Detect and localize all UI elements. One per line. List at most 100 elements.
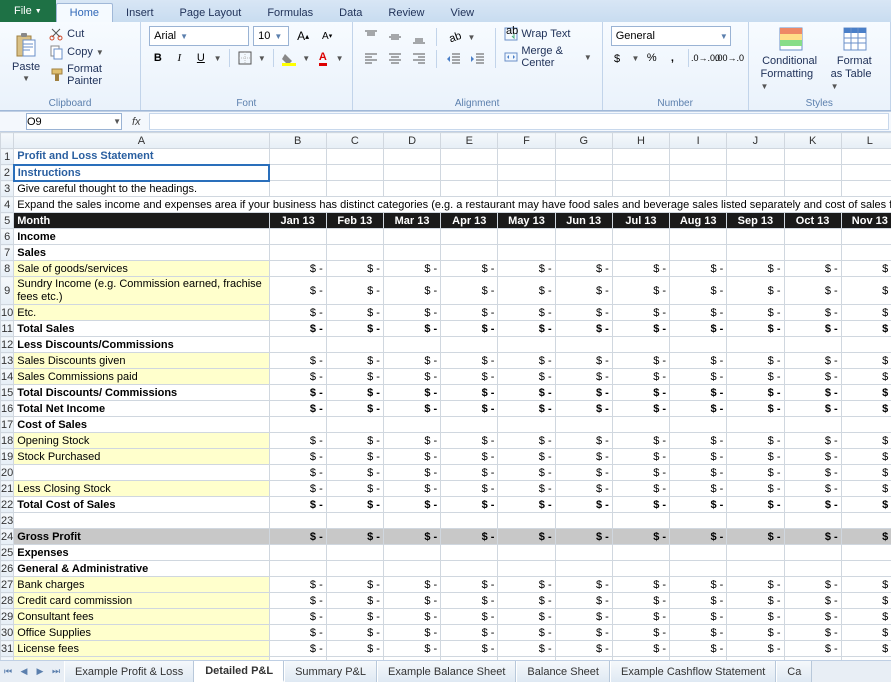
data-cell[interactable] xyxy=(555,417,612,433)
font-size-combo[interactable]: 10▼ xyxy=(253,26,289,46)
data-cell[interactable] xyxy=(612,245,669,261)
data-cell[interactable] xyxy=(383,165,440,181)
data-cell[interactable]: $ - xyxy=(555,353,612,369)
row-label[interactable]: License fees xyxy=(14,641,269,657)
review-tab[interactable]: Review xyxy=(375,4,437,22)
copy-button[interactable]: Copy▼ xyxy=(48,44,132,60)
data-cell[interactable]: $ - xyxy=(498,625,555,641)
data-cell[interactable]: $ - xyxy=(612,305,669,321)
data-cell[interactable] xyxy=(784,165,841,181)
data-cell[interactable]: $ - xyxy=(441,385,498,401)
data-cell[interactable] xyxy=(269,181,326,197)
data-cell[interactable]: $ - xyxy=(326,321,383,337)
data-cell[interactable]: $ - xyxy=(670,369,727,385)
data-cell[interactable]: $ - xyxy=(841,321,891,337)
row-label[interactable]: Credit card commission xyxy=(14,593,269,609)
data-cell[interactable] xyxy=(383,561,440,577)
data-cell[interactable] xyxy=(727,245,784,261)
data-cell[interactable]: $ - xyxy=(441,449,498,465)
orientation-button[interactable]: ab xyxy=(444,27,464,47)
data-cell[interactable]: $ - xyxy=(383,261,440,277)
data-cell[interactable]: $ - xyxy=(555,261,612,277)
data-cell[interactable] xyxy=(841,181,891,197)
data-cell[interactable] xyxy=(841,165,891,181)
data-cell[interactable]: $ - xyxy=(555,369,612,385)
data-cell[interactable]: $ - xyxy=(841,657,891,661)
row-label[interactable]: Sales xyxy=(14,245,269,261)
data-cell[interactable]: $ - xyxy=(555,305,612,321)
percent-button[interactable]: % xyxy=(643,48,660,68)
row-label[interactable]: Etc. xyxy=(14,305,269,321)
data-cell[interactable] xyxy=(555,181,612,197)
data-cell[interactable]: $ - xyxy=(326,305,383,321)
data-cell[interactable]: $ - xyxy=(784,593,841,609)
data-cell[interactable]: $ - xyxy=(841,465,891,481)
font-color-button[interactable]: A xyxy=(314,48,332,68)
data-cell[interactable] xyxy=(555,229,612,245)
data-cell[interactable] xyxy=(670,545,727,561)
data-cell[interactable] xyxy=(612,149,669,165)
data-cell[interactable]: $ - xyxy=(727,261,784,277)
spreadsheet-grid[interactable]: ABCDEFGHIJKLM1Profit and Loss Statement2… xyxy=(0,132,891,660)
data-cell[interactable]: $ - xyxy=(269,401,326,417)
data-cell[interactable]: $ - xyxy=(727,385,784,401)
row-label[interactable]: Profit and Loss Statement xyxy=(14,149,269,165)
data-cell[interactable] xyxy=(498,149,555,165)
sheet-tab[interactable]: Summary P&L xyxy=(284,661,377,682)
data-cell[interactable] xyxy=(612,337,669,353)
data-cell[interactable]: $ - xyxy=(784,401,841,417)
data-cell[interactable]: $ - xyxy=(555,277,612,305)
data-cell[interactable]: $ - xyxy=(612,277,669,305)
data-cell[interactable]: $ - xyxy=(441,529,498,545)
data-cell[interactable]: $ - xyxy=(784,657,841,661)
data-cell[interactable]: $ - xyxy=(841,449,891,465)
row-label[interactable]: Expand the sales income and expenses are… xyxy=(14,197,891,213)
data-cell[interactable] xyxy=(841,545,891,561)
data-cell[interactable] xyxy=(498,245,555,261)
name-box[interactable]: O9▼ xyxy=(26,113,122,130)
data-cell[interactable]: $ - xyxy=(612,609,669,625)
data-cell[interactable] xyxy=(498,513,555,529)
data-cell[interactable]: $ - xyxy=(326,433,383,449)
data-cell[interactable] xyxy=(498,337,555,353)
data-cell[interactable]: $ - xyxy=(555,529,612,545)
data-cell[interactable]: $ - xyxy=(269,433,326,449)
data-cell[interactable]: $ - xyxy=(383,593,440,609)
decrease-decimal-button[interactable]: .00→.0 xyxy=(720,48,740,68)
data-cell[interactable]: $ - xyxy=(441,261,498,277)
data-cell[interactable]: $ - xyxy=(498,305,555,321)
data-cell[interactable]: $ - xyxy=(498,369,555,385)
data-cell[interactable]: $ - xyxy=(784,385,841,401)
data-cell[interactable] xyxy=(784,149,841,165)
data-cell[interactable] xyxy=(612,545,669,561)
data-cell[interactable] xyxy=(269,337,326,353)
data-cell[interactable]: $ - xyxy=(784,641,841,657)
view-tab[interactable]: View xyxy=(437,4,487,22)
page-layout-tab[interactable]: Page Layout xyxy=(167,4,255,22)
data-cell[interactable]: $ - xyxy=(841,277,891,305)
sheet-tab[interactable]: Example Profit & Loss xyxy=(64,661,194,682)
row-label[interactable]: Cost of Sales xyxy=(14,417,269,433)
data-cell[interactable] xyxy=(727,561,784,577)
data-cell[interactable] xyxy=(441,245,498,261)
row-label[interactable]: Opening Stock xyxy=(14,433,269,449)
data-cell[interactable]: $ - xyxy=(727,609,784,625)
data-cell[interactable] xyxy=(383,181,440,197)
data-cell[interactable]: $ - xyxy=(727,625,784,641)
data-cell[interactable] xyxy=(326,229,383,245)
data-cell[interactable] xyxy=(269,561,326,577)
data-cell[interactable] xyxy=(727,149,784,165)
data-cell[interactable]: $ - xyxy=(326,481,383,497)
data-cell[interactable] xyxy=(498,561,555,577)
data-cell[interactable] xyxy=(670,149,727,165)
month-header[interactable]: Feb 13 xyxy=(326,213,383,229)
data-cell[interactable]: $ - xyxy=(269,369,326,385)
data-cell[interactable]: $ - xyxy=(326,401,383,417)
data-cell[interactable]: $ - xyxy=(841,433,891,449)
data-cell[interactable]: $ - xyxy=(784,481,841,497)
data-cell[interactable]: $ - xyxy=(441,353,498,369)
data-cell[interactable] xyxy=(670,513,727,529)
file-tab[interactable]: File▼ xyxy=(0,0,56,22)
data-cell[interactable] xyxy=(498,165,555,181)
data-cell[interactable]: $ - xyxy=(383,305,440,321)
